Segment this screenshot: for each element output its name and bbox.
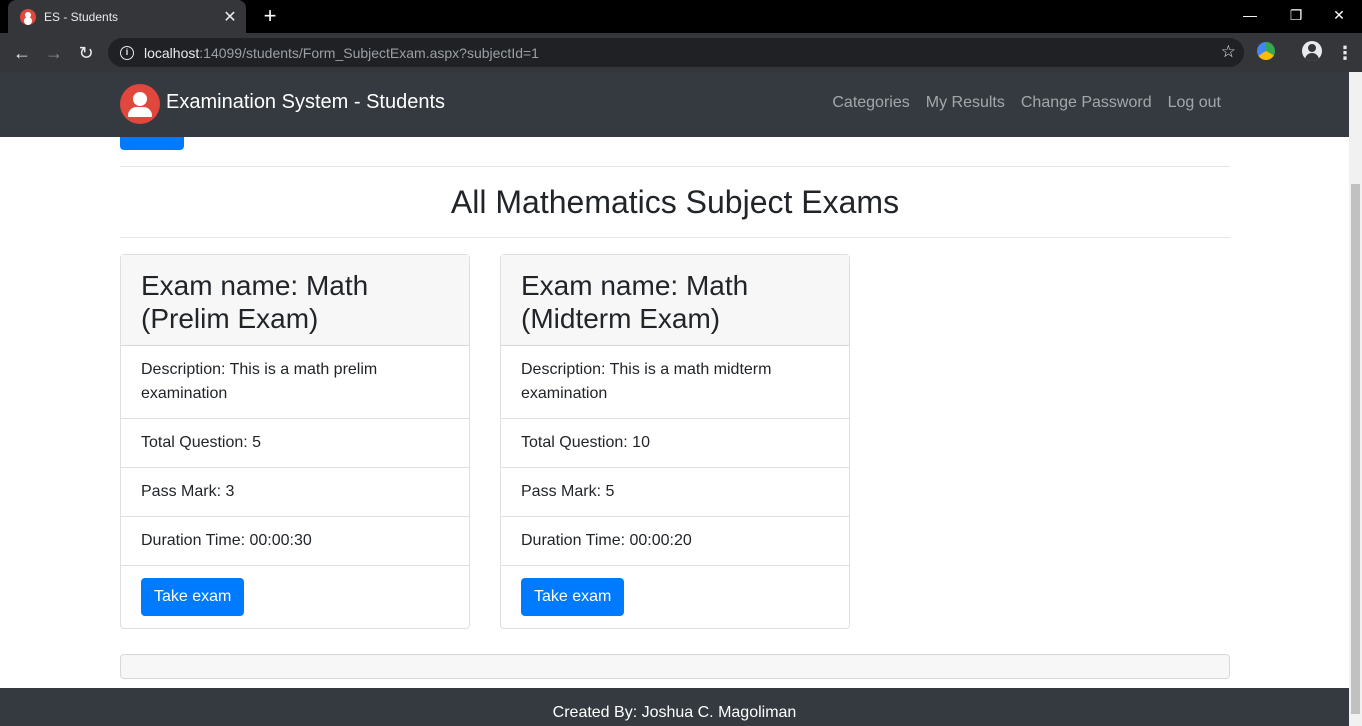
nav-link-change-password[interactable]: Change Password [1021,94,1152,112]
nav-link-log-out[interactable]: Log out [1168,94,1221,112]
divider [120,166,1230,167]
partially-hidden-button[interactable] [120,137,184,150]
exam-description: Description: This is a math midterm exam… [501,346,849,419]
pager-box [120,654,1230,679]
exam-duration: Duration Time: 00:00:20 [501,517,849,566]
exam-card-footer: Take exam [501,566,849,628]
browser-menu-icon[interactable]: ⋮ [1336,39,1354,67]
exam-name: Exam name: Math (Prelim Exam) [121,255,469,346]
student-favicon-icon [20,8,36,25]
bookmark-star-icon[interactable]: ☆ [1221,42,1236,62]
reload-icon[interactable]: ↻ [72,39,100,67]
browser-tab[interactable]: ES - Students ✕ [8,0,246,33]
minimize-icon[interactable]: — [1227,0,1273,30]
tab-title: ES - Students [44,9,119,24]
tab-close-icon[interactable]: ✕ [218,7,242,27]
exam-duration: Duration Time: 00:00:30 [121,517,469,566]
student-logo-icon[interactable] [120,84,160,124]
extension-icon[interactable] [1257,42,1275,60]
page-viewport: Examination System - Students Categories… [0,72,1349,726]
back-arrow-icon[interactable]: ← [8,39,36,67]
url-text: localhost:14099/students/Form_SubjectExa… [144,44,539,61]
exam-card: Exam name: Math (Midterm Exam) Descripti… [500,254,850,629]
address-bar[interactable]: i localhost:14099/students/Form_SubjectE… [108,38,1244,67]
site-info-icon[interactable]: i [120,45,134,60]
restore-icon[interactable]: ❐ [1273,0,1319,30]
brand-title[interactable]: Examination System - Students [166,91,445,114]
page-scrollbar[interactable] [1349,72,1362,726]
exam-total-questions: Total Question: 10 [501,419,849,468]
nav-link-my-results[interactable]: My Results [926,94,1005,112]
nav-link-categories[interactable]: Categories [832,94,909,112]
forward-arrow-icon[interactable]: → [40,39,68,67]
browser-tab-strip: ES - Students ✕ + — ❐ ✕ [0,0,1362,33]
browser-toolbar: ← → ↻ i localhost:14099/students/Form_Su… [0,33,1362,72]
scrollbar-thumb[interactable] [1351,184,1360,714]
site-navbar: Examination System - Students Categories… [0,72,1349,137]
exam-pass-mark: Pass Mark: 5 [501,468,849,517]
nav-links: Categories My Results Change Password Lo… [816,94,1221,112]
exam-description: Description: This is a math prelim exami… [121,346,469,419]
exam-card-footer: Take exam [121,566,469,628]
new-tab-icon[interactable]: + [258,4,282,28]
window-close-icon[interactable]: ✕ [1316,0,1362,30]
exam-card: Exam name: Math (Prelim Exam) Descriptio… [120,254,470,629]
divider [120,237,1230,238]
exam-pass-mark: Pass Mark: 3 [121,468,469,517]
page-footer: Created By: Joshua C. Magoliman [0,688,1349,726]
take-exam-button[interactable]: Take exam [141,578,245,616]
exam-total-questions: Total Question: 5 [121,419,469,468]
profile-avatar-icon[interactable] [1302,41,1322,61]
take-exam-button[interactable]: Take exam [521,578,625,616]
exam-name: Exam name: Math (Midterm Exam) [501,255,849,346]
page-title: All Mathematics Subject Exams [450,184,900,220]
